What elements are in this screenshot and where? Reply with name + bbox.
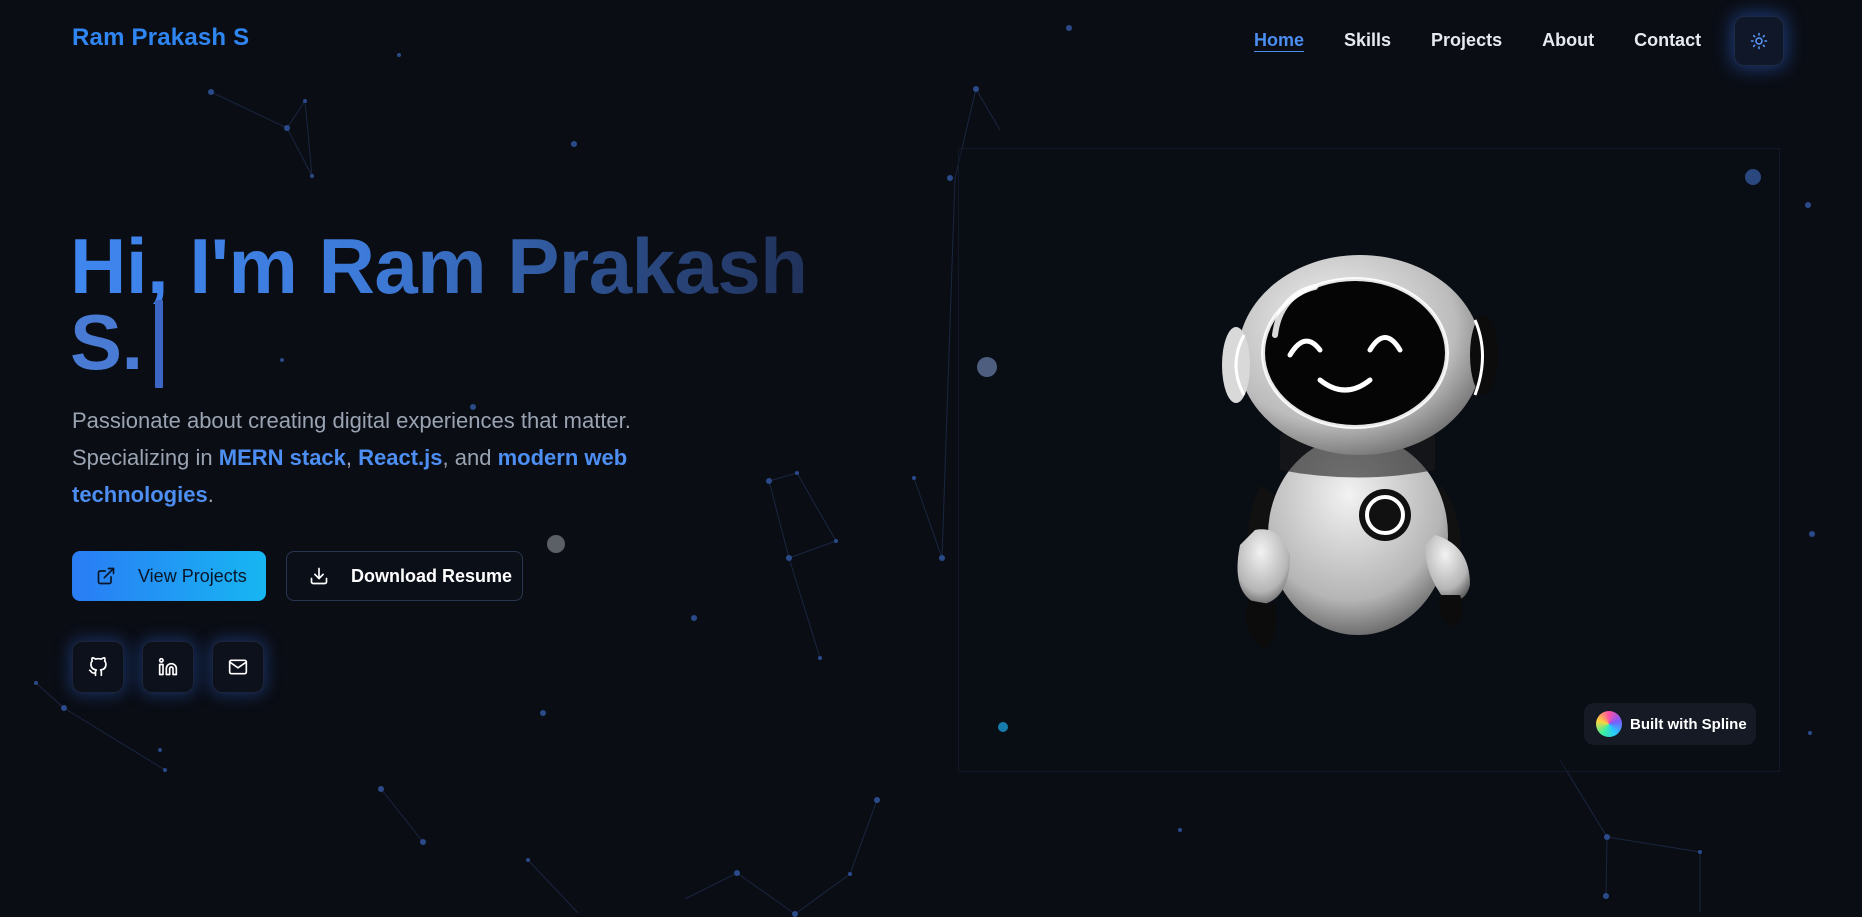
spline-logo-icon (1596, 711, 1622, 737)
download-resume-label: Download Resume (351, 565, 513, 586)
linkedin-icon (158, 657, 178, 676)
sun-icon (1750, 32, 1768, 50)
highlight-react: React.js (358, 445, 443, 470)
download-icon (310, 567, 328, 585)
github-link[interactable] (72, 641, 124, 693)
hero-description-line1: Passionate about creating digital experi… (72, 408, 631, 433)
view-projects-label: View Projects (138, 565, 247, 586)
theme-toggle-button[interactable] (1734, 16, 1784, 66)
nav-projects[interactable]: Projects (1431, 27, 1502, 53)
email-link[interactable] (212, 641, 264, 693)
download-resume-button[interactable]: Download Resume (286, 551, 523, 601)
typing-cursor (155, 300, 163, 388)
hero-heading-line1: Hi, I'm Ram Prakash (70, 227, 830, 305)
nav-contact[interactable]: Contact (1634, 27, 1701, 53)
robot-illustration (1222, 255, 1498, 650)
nav-home[interactable]: Home (1254, 27, 1304, 53)
mail-icon (228, 659, 248, 675)
spline-badge-label: Built with Spline (1630, 715, 1747, 733)
hero-description-prefix: Specializing in (72, 445, 219, 470)
built-with-spline-badge[interactable]: Built with Spline (1584, 703, 1756, 745)
external-link-icon (97, 567, 115, 585)
main-nav: Home Skills Projects About Contact (1254, 27, 1741, 53)
highlight-mern: MERN stack (218, 445, 346, 470)
hero-description: Passionate about creating digital experi… (72, 402, 712, 513)
site-logo[interactable]: Ram Prakash S (72, 24, 249, 52)
hero-description-end: . (207, 482, 214, 507)
linkedin-link[interactable] (142, 641, 194, 693)
nav-about[interactable]: About (1542, 27, 1594, 53)
hero-description-sep1: , (345, 445, 359, 470)
github-icon (88, 657, 107, 677)
hero-heading: Hi, I'm Ram Prakash S. (70, 227, 830, 386)
hero-heading-line2: S. (70, 298, 143, 386)
hero-description-sep2: , and (442, 445, 498, 470)
view-projects-button[interactable]: View Projects (72, 551, 266, 601)
floating-dot (547, 535, 565, 553)
nav-skills[interactable]: Skills (1344, 27, 1391, 53)
